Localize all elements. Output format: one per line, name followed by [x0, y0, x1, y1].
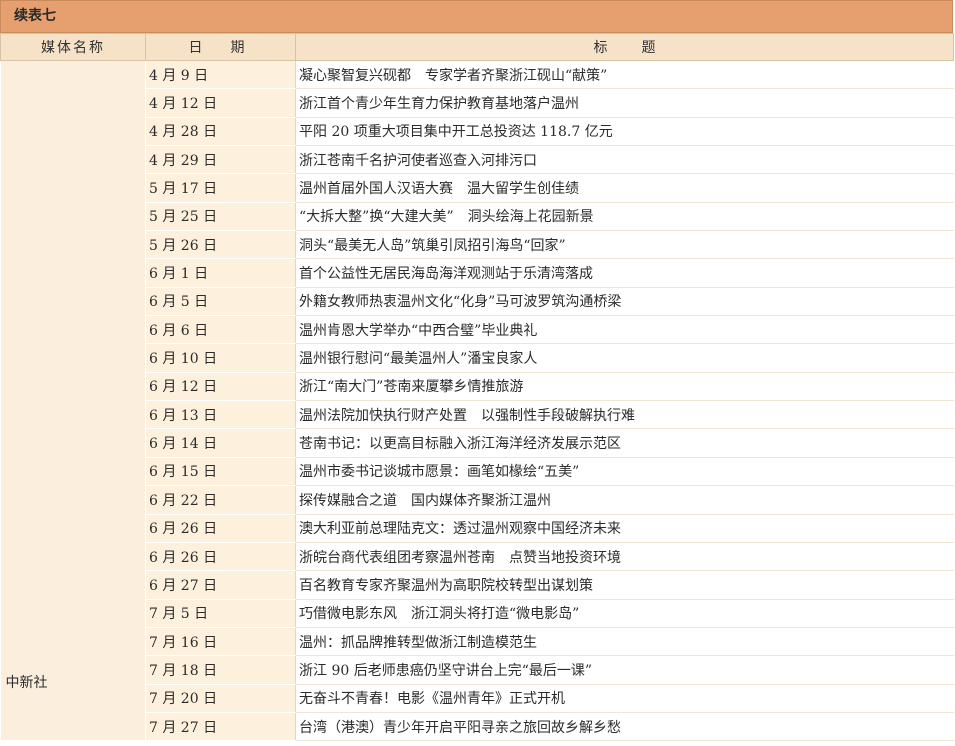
date-cell: 7 月 16 日	[145, 627, 296, 657]
title-cell: 洞头“最美无人岛”筑巢引凤招引海鸟“回家”	[295, 230, 954, 260]
title-cell: 无奋斗不青春！电影《温州青年》正式开机	[295, 684, 954, 713]
table-title: 续表七	[0, 0, 953, 33]
header-title: 标题	[295, 33, 954, 61]
title-cell: 苍南书记：以更高目标融入浙江海洋经济发展示范区	[295, 428, 954, 458]
date-cell: 4 月 29 日	[145, 145, 296, 175]
date-cell: 6 月 5 日	[145, 287, 296, 317]
title-cell: 温州银行慰问“最美温州人”潘宝良家人	[295, 343, 954, 373]
date-cell: 7 月 18 日	[145, 655, 296, 685]
header-row: 媒体名称 日期 标题	[0, 33, 954, 61]
media-name-cell: 中新社	[0, 60, 146, 742]
date-cell: 6 月 12 日	[145, 372, 296, 402]
title-cell: 巧借微电影东风 浙江洞头将打造“微电影岛”	[295, 599, 954, 628]
title-cell: 首个公益性无居民海岛海洋观测站于乐清湾落成	[295, 258, 954, 288]
title-cell: 平阳 20 项重大项目集中开工总投资达 118.7 亿元	[295, 117, 954, 147]
title-cell: 浙江苍南千名护河使者巡查入河排污口	[295, 145, 954, 175]
title-cell: 百名教育专家齐聚温州为高职院校转型出谋划策	[295, 570, 954, 600]
title-cell: 台湾（港澳）青少年开启平阳寻亲之旅回故乡解乡愁	[295, 712, 954, 742]
date-cell: 6 月 6 日	[145, 315, 296, 345]
date-cell: 7 月 20 日	[145, 684, 296, 713]
date-cell: 6 月 13 日	[145, 400, 296, 430]
header-date: 日期	[145, 33, 296, 61]
date-cell: 7 月 27 日	[145, 712, 296, 742]
date-cell: 4 月 9 日	[145, 60, 296, 90]
title-cell: 浙江 90 后老师患癌仍坚守讲台上完“最后一课”	[295, 655, 954, 685]
date-cell: 6 月 15 日	[145, 457, 296, 487]
title-cell: “大拆大整”换“大建大美” 洞头绘海上花园新景	[295, 202, 954, 232]
date-cell: 4 月 12 日	[145, 88, 296, 118]
date-cell: 6 月 26 日	[145, 542, 296, 572]
title-cell: 温州肯恩大学举办“中西合璧”毕业典礼	[295, 315, 954, 345]
title-cell: 浙江“南大门”苍南来厦攀乡情推旅游	[295, 372, 954, 402]
date-cell: 6 月 1 日	[145, 258, 296, 288]
table-body: 中新社 4 月 9 日凝心聚智复兴砚都 专家学者齐聚浙江砚山“献策” 4 月 12 …	[0, 60, 954, 742]
title-cell: 温州：抓品牌推转型做浙江制造模范生	[295, 627, 954, 657]
date-cell: 6 月 14 日	[145, 428, 296, 458]
date-cell: 6 月 26 日	[145, 514, 296, 543]
date-cell: 6 月 10 日	[145, 343, 296, 373]
date-cell: 5 月 26 日	[145, 230, 296, 260]
page: 续表七 媒体名称 日期 标题 中新社 4 月 9 日凝心聚智复兴砚都 专家学者齐聚…	[0, 0, 955, 746]
title-cell: 温州首届外国人汉语大赛 温大留学生创佳绩	[295, 173, 954, 203]
date-cell: 5 月 25 日	[145, 202, 296, 232]
table-row: 中新社 4 月 9 日凝心聚智复兴砚都 专家学者齐聚浙江砚山“献策”	[0, 60, 954, 742]
title-cell: 温州市委书记谈城市愿景：画笔如椽绘“五美”	[295, 457, 954, 487]
date-cell: 4 月 28 日	[145, 117, 296, 147]
title-cell: 凝心聚智复兴砚都 专家学者齐聚浙江砚山“献策”	[295, 60, 954, 90]
date-cell: 6 月 27 日	[145, 570, 296, 600]
title-cell: 澳大利亚前总理陆克文：透过温州观察中国经济未来	[295, 514, 954, 543]
date-cell: 6 月 22 日	[145, 485, 296, 515]
media-coverage-table: 媒体名称 日期 标题 中新社 4 月 9 日凝心聚智复兴砚都 专家学者齐聚浙江砚山…	[0, 33, 954, 742]
date-cell: 7 月 5 日	[145, 599, 296, 628]
title-cell: 探传媒融合之道 国内媒体齐聚浙江温州	[295, 485, 954, 515]
title-cell: 温州法院加快执行财产处置 以强制性手段破解执行难	[295, 400, 954, 430]
title-cell: 浙江首个青少年生育力保护教育基地落户温州	[295, 88, 954, 118]
date-cell: 5 月 17 日	[145, 173, 296, 203]
title-cell: 浙皖台商代表组团考察温州苍南 点赞当地投资环境	[295, 542, 954, 572]
title-cell: 外籍女教师热衷温州文化“化身”马可波罗筑沟通桥梁	[295, 287, 954, 317]
header-media: 媒体名称	[0, 33, 146, 61]
